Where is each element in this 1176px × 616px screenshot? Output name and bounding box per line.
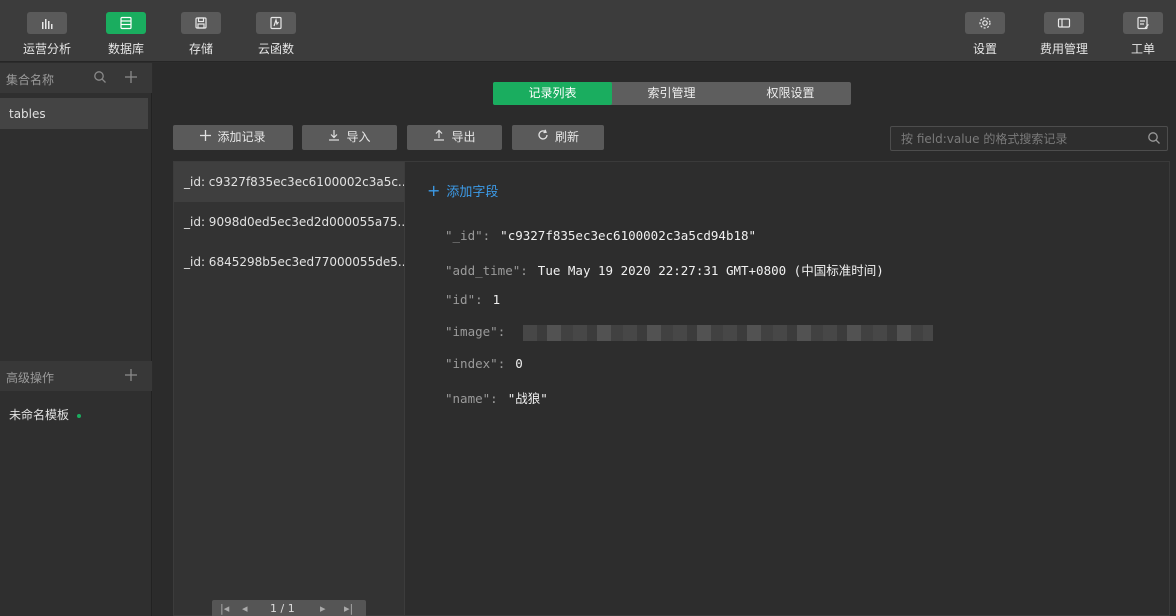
next-page-icon[interactable]: ▸	[320, 602, 326, 615]
template-label: 未命名模板	[9, 408, 70, 422]
add-record-button[interactable]: 添加记录	[173, 125, 293, 150]
advanced-title: 高级操作	[6, 371, 55, 385]
save-icon	[181, 12, 221, 34]
redacted-image-value	[523, 325, 933, 341]
page-indicator[interactable]: 1 / 1	[270, 602, 295, 615]
status-dot	[77, 413, 82, 418]
refresh-button[interactable]: 刷新	[512, 125, 604, 150]
pagination: |◂ ◂ 1 / 1 ▸ ▸|	[212, 600, 366, 616]
record-item[interactable]: _id: 9098d0ed5ec3ed2d000055a75...	[174, 202, 404, 242]
field-key: "_id"	[445, 228, 483, 243]
refresh-label: 刷新	[554, 130, 579, 144]
field-row[interactable]: "image":	[445, 324, 515, 339]
bar-chart-icon	[27, 12, 67, 34]
import-button[interactable]: 导入	[302, 125, 397, 150]
prev-page-icon[interactable]: ◂	[242, 602, 248, 615]
add-collection-icon[interactable]	[124, 70, 138, 87]
record-item[interactable]: _id: 6845298b5ec3ed77000055de5...	[174, 242, 404, 282]
add-record-label: 添加记录	[217, 130, 266, 144]
field-key: "index"	[445, 356, 498, 371]
top-toolbar: 运营分析 数据库 存储 云函数 设置 费用管理 工单	[0, 0, 1176, 62]
tab-records[interactable]: 记录列表	[493, 82, 612, 105]
toolbar-billing-button[interactable]: 费用管理	[1034, 12, 1094, 57]
toolbar-label: 数据库	[107, 42, 144, 56]
toolbar-database-button[interactable]: 数据库	[96, 12, 156, 57]
collections-header: 集合名称	[0, 63, 152, 93]
toolbar-analytics-button[interactable]: 运营分析	[17, 12, 77, 57]
record-search	[890, 126, 1168, 151]
record-item[interactable]: _id: c9327f835ec3ec6100002c3a5c...	[174, 162, 404, 202]
record-list: _id: c9327f835ec3ec6100002c3a5c... _id: …	[173, 161, 405, 616]
field-row[interactable]: "index": 0	[445, 356, 523, 371]
toolbar-storage-button[interactable]: 存储	[171, 12, 231, 57]
field-row[interactable]: "name": "战狼"	[445, 388, 548, 407]
field-colon: :	[482, 228, 491, 243]
add-field-label: 添加字段	[446, 185, 499, 200]
search-icon[interactable]	[1147, 131, 1161, 148]
field-key: "id"	[445, 292, 476, 307]
collection-item-tables[interactable]: tables	[0, 98, 148, 129]
refresh-icon	[537, 125, 549, 150]
first-page-icon[interactable]: |◂	[220, 602, 229, 615]
database-icon	[106, 12, 146, 34]
tab-permissions[interactable]: 权限设置	[731, 82, 850, 105]
toolbar-cloud-function-button[interactable]: 云函数	[246, 12, 306, 57]
last-page-icon[interactable]: ▸|	[344, 602, 353, 615]
toolbar-label: 存储	[188, 42, 213, 56]
tab-bar: 记录列表 索引管理 权限设置	[493, 82, 851, 105]
tab-indexes[interactable]: 索引管理	[612, 82, 731, 105]
record-detail: + 添加字段 "_id": "c9327f835ec3ec6100002c3a5cd…	[405, 161, 1170, 616]
toolbar-label: 运营分析	[22, 42, 71, 56]
toolbar-ticket-button[interactable]: 工单	[1113, 12, 1173, 57]
field-key: "add_time"	[445, 263, 521, 278]
toolbar-label: 设置	[972, 42, 997, 56]
toolbar-label: 费用管理	[1039, 42, 1088, 56]
export-button[interactable]: 导出	[407, 125, 502, 150]
add-template-icon[interactable]	[124, 368, 138, 385]
field-row[interactable]: "id": 1	[445, 292, 500, 307]
field-key: "image"	[445, 324, 498, 339]
panel-icon	[1044, 12, 1084, 34]
toolbar-label: 云函数	[257, 42, 294, 56]
download-icon	[328, 125, 340, 150]
main-panel: 记录列表 索引管理 权限设置 添加记录 导入 导出 刷新 _id: c9327f…	[153, 63, 1176, 616]
field-value: "战狼"	[507, 391, 548, 406]
field-row[interactable]: "_id": "c9327f835ec3ec6100002c3a5cd94b18"	[445, 228, 756, 243]
collection-label: tables	[9, 107, 46, 121]
advanced-header: 高级操作	[0, 361, 152, 391]
field-colon: :	[475, 292, 483, 307]
upload-icon	[433, 125, 445, 150]
export-label: 导出	[451, 130, 476, 144]
field-value: 1	[492, 292, 501, 307]
search-input[interactable]	[901, 131, 1141, 147]
field-colon: :	[497, 356, 506, 371]
sidebar: 集合名称 tables 高级操作 未命名模板	[0, 63, 152, 616]
collections-title: 集合名称	[6, 73, 55, 87]
search-icon[interactable]	[93, 70, 107, 87]
add-field-button[interactable]: + 添加字段	[427, 181, 498, 200]
field-value: 0	[515, 356, 523, 371]
field-colon: :	[497, 324, 506, 339]
field-row[interactable]: "add_time": Tue May 19 2020 22:27:31 GMT+…	[445, 260, 884, 279]
plus-icon: +	[427, 181, 441, 200]
plus-icon	[200, 125, 212, 150]
field-value: Tue May 19 2020 22:27:31 GMT+0800 (中国标准时…	[537, 263, 884, 278]
function-icon	[256, 12, 296, 34]
field-key: "name"	[445, 391, 491, 406]
template-item[interactable]: 未命名模板	[9, 406, 82, 423]
toolbar-label: 工单	[1130, 42, 1155, 56]
field-colon: :	[520, 263, 528, 278]
toolbar-settings-button[interactable]: 设置	[955, 12, 1015, 57]
ticket-icon	[1123, 12, 1163, 34]
gear-icon	[965, 12, 1005, 34]
import-label: 导入	[346, 130, 371, 144]
field-value: "c9327f835ec3ec6100002c3a5cd94b18"	[500, 228, 757, 243]
field-colon: :	[490, 391, 498, 406]
